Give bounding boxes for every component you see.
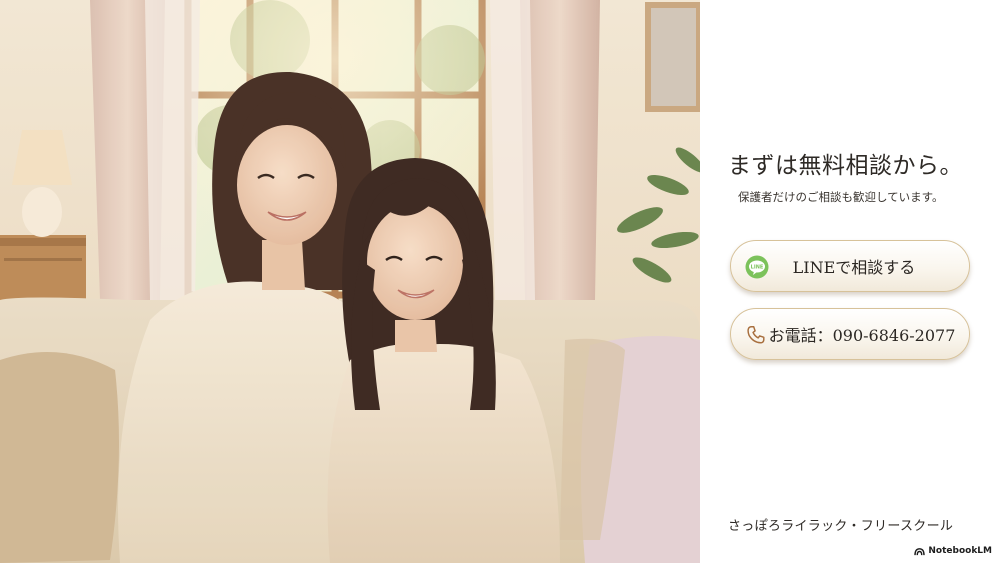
notebooklm-logo-icon bbox=[914, 547, 926, 555]
contact-panel: まずは無料相談から。 保護者だけのご相談も歓迎しています。 LINE LINEで… bbox=[700, 0, 1000, 563]
line-logo-icon: LINE bbox=[745, 255, 769, 279]
notebooklm-text: NotebookLM bbox=[928, 546, 992, 556]
line-logo-text: LINE bbox=[751, 265, 764, 271]
slide: まずは無料相談から。 保護者だけのご相談も歓迎しています。 LINE LINEで… bbox=[0, 0, 1000, 563]
photo-illustration bbox=[0, 0, 700, 563]
phone-icon bbox=[747, 326, 765, 344]
phone-call-label: お電話：090-6846-2077 bbox=[768, 326, 956, 345]
line-consult-button[interactable]: LINE LINEで相談する bbox=[730, 240, 970, 292]
subtext: 保護者だけのご相談も歓迎しています。 bbox=[738, 190, 944, 204]
phone-call-button[interactable]: お電話：090-6846-2077 bbox=[730, 308, 970, 360]
headline: まずは無料相談から。 bbox=[728, 153, 963, 179]
notebooklm-watermark: NotebookLM bbox=[914, 546, 992, 556]
school-name: さっぽろライラック・フリースクール bbox=[728, 519, 954, 534]
line-consult-label: LINEで相談する bbox=[792, 258, 916, 277]
mother-and-daughter-photo bbox=[0, 0, 700, 563]
